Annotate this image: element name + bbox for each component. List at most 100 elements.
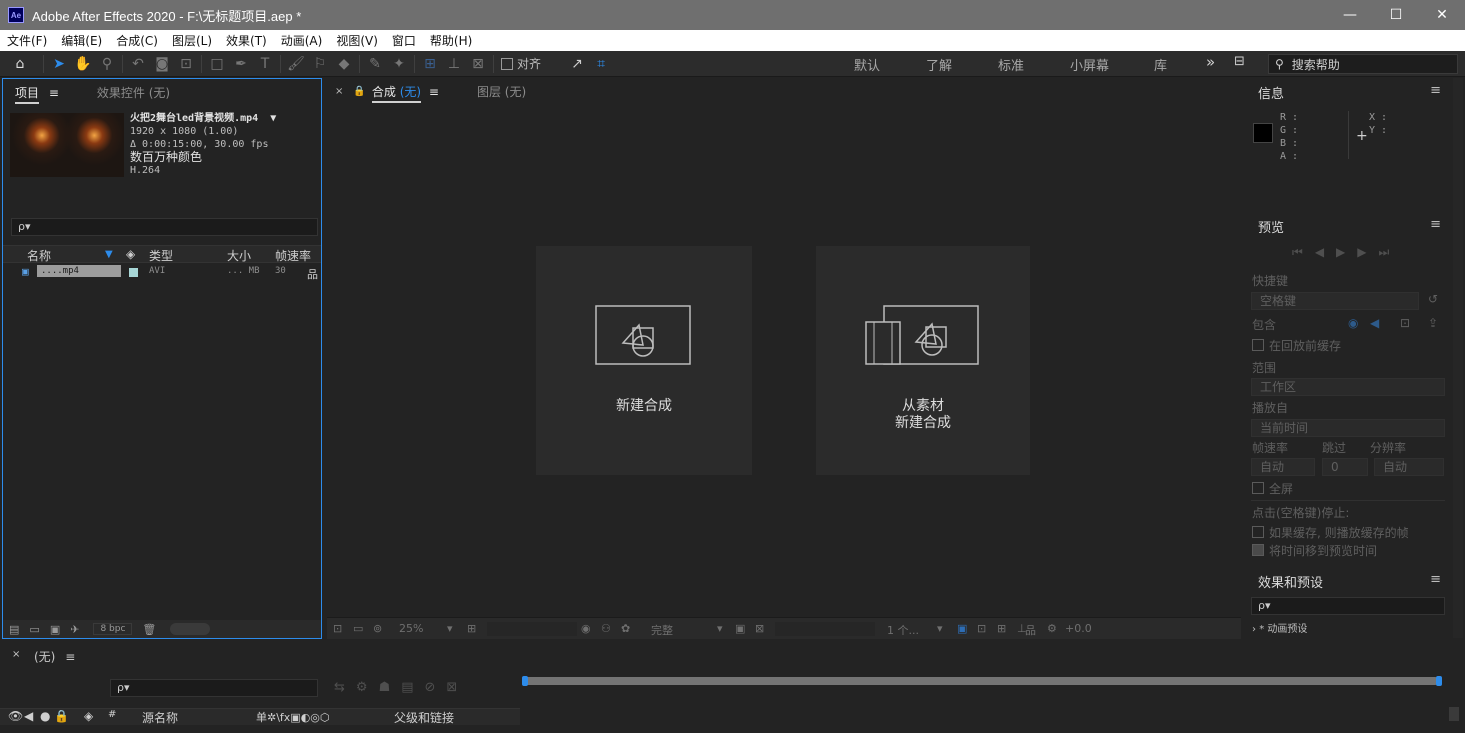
type-tool-icon[interactable]: T <box>253 52 277 76</box>
lock-icon[interactable]: 🔒 <box>353 86 365 97</box>
menu-animation[interactable]: 动画(A) <box>274 32 330 49</box>
label-column-icon[interactable]: ◈ <box>84 709 93 723</box>
cache-before-checkbox[interactable] <box>1252 339 1264 351</box>
lock-column-icon[interactable]: 🔒 <box>54 709 69 723</box>
fullscreen-checkbox[interactable] <box>1252 482 1264 494</box>
parent-link-column[interactable]: 父级和链接 <box>394 709 454 726</box>
region-of-interest-icon[interactable]: ▣ <box>735 622 745 635</box>
close-timeline-icon[interactable]: × <box>12 649 20 660</box>
layer-switches-icons[interactable]: 单✲\fx▣◐◎⬡ <box>256 709 330 725</box>
solo-icon[interactable]: ● <box>40 709 50 723</box>
home-icon[interactable]: ⌂ <box>0 52 40 76</box>
play-icon[interactable]: ▶ <box>1336 245 1357 259</box>
play-cached-checkbox[interactable] <box>1252 526 1264 538</box>
sort-arrow-icon[interactable]: ▼ <box>105 249 113 260</box>
panel-menu-icon[interactable]: ≡ <box>1430 217 1441 232</box>
workspace-more-icon[interactable]: » <box>1206 53 1215 71</box>
menu-help[interactable]: 帮助(H) <box>423 32 479 49</box>
menu-view[interactable]: 视图(V) <box>329 32 385 49</box>
exposure-value[interactable]: +0.0 <box>1065 622 1092 635</box>
flowchart-footer-icon[interactable]: 品 <box>1025 622 1036 638</box>
project-scrollbar[interactable] <box>170 623 211 635</box>
pen-tool-icon[interactable]: ✒ <box>229 52 253 76</box>
workspace-libraries[interactable]: 库 <box>1154 55 1167 74</box>
snap-option-icon[interactable]: ↗ <box>565 52 589 76</box>
label-tag-icon[interactable]: ◈ <box>126 247 135 261</box>
panel-menu-icon[interactable]: ≡ <box>49 86 59 100</box>
close-button[interactable]: ✕ <box>1419 0 1465 30</box>
work-area-bar[interactable] <box>525 677 1437 685</box>
local-axis-icon[interactable]: ⊞ <box>418 52 442 76</box>
work-area-end-handle[interactable] <box>1436 676 1442 686</box>
draft-3d-icon[interactable]: ⚙ <box>356 680 379 695</box>
include-overlay-icon[interactable]: ⊡ <box>1400 316 1410 330</box>
brush-tool-icon[interactable]: 🖌 <box>284 52 308 76</box>
safe-zones-icon[interactable]: ⊞ <box>467 622 476 635</box>
workspace-learn[interactable]: 了解 <box>926 55 952 74</box>
table-row[interactable]: ▣ ....mp4 AVI ... MB 30 品 <box>3 264 321 281</box>
show-snapshot-icon[interactable]: ⚇ <box>601 622 611 635</box>
3d-renderer-icon[interactable]: ⊡ <box>977 622 986 635</box>
camera-tool-icon[interactable]: ◙ <box>150 52 174 76</box>
include-video-icon[interactable]: ◉ <box>1348 316 1358 330</box>
panel-menu-icon[interactable]: ≡ <box>1430 83 1441 98</box>
resolution-select[interactable]: 完整 <box>651 622 673 638</box>
panel-menu-icon[interactable]: ≡ <box>429 85 439 99</box>
col-fps[interactable]: 帧速率 <box>275 247 311 264</box>
right-panel-scrollbar[interactable] <box>1453 78 1463 638</box>
new-comp-icon[interactable]: ▣ <box>50 623 60 636</box>
range-select[interactable]: 工作区 <box>1251 378 1445 396</box>
visibility-icon[interactable]: 👁 <box>8 709 23 723</box>
col-size[interactable]: 大小 <box>227 247 251 264</box>
search-help-input[interactable]: ⚲ 搜索帮助 <box>1268 54 1458 74</box>
frame-blending-icon[interactable]: ▤ <box>401 680 424 695</box>
play-from-select[interactable]: 当前时间 <box>1251 419 1445 437</box>
label-color-swatch[interactable] <box>129 268 138 277</box>
move-time-checkbox[interactable] <box>1252 544 1264 556</box>
motion-blur-icon[interactable]: ⊘ <box>425 680 447 695</box>
shy-layers-icon[interactable]: ☗ <box>379 680 402 695</box>
minimize-button[interactable]: — <box>1327 0 1373 30</box>
exposure-reset-icon[interactable]: ⚙ <box>1047 622 1057 635</box>
workspace-default[interactable]: 默认 <box>854 55 880 74</box>
next-frame-icon[interactable]: ▶ <box>1357 245 1378 259</box>
first-frame-icon[interactable]: ⏮ <box>1292 245 1315 259</box>
export-icon[interactable]: ⇪ <box>1428 316 1438 330</box>
audio-icon[interactable]: ◀ <box>24 709 33 723</box>
selection-tool-icon[interactable]: ➤ <box>47 52 71 76</box>
flowchart-icon[interactable]: 品 <box>307 266 318 282</box>
new-folder-icon[interactable]: ▭ <box>29 623 39 636</box>
panel-menu-icon[interactable]: ≡ <box>65 650 75 664</box>
snapshot-icon[interactable]: ◉ <box>581 622 591 635</box>
trash-icon[interactable]: 🗑 <box>142 623 156 636</box>
include-audio-icon[interactable]: ◀ <box>1370 316 1379 330</box>
sync-settings-icon[interactable]: ⊟ <box>1234 54 1245 69</box>
menu-edit[interactable]: 编辑(E) <box>54 32 109 49</box>
project-search-input[interactable]: ρ▾ <box>11 218 318 236</box>
col-type[interactable]: 类型 <box>149 247 173 264</box>
close-tab-icon[interactable]: × <box>335 86 343 97</box>
menu-file[interactable]: 文件(F) <box>0 32 54 49</box>
shortcut-select[interactable]: 空格键 <box>1251 292 1419 310</box>
puppet-tool-icon[interactable]: ✦ <box>387 52 411 76</box>
graph-editor-icon[interactable]: ⊠ <box>446 680 468 695</box>
timeline-search-input[interactable]: ρ▾ <box>110 679 318 697</box>
views-dropdown-icon[interactable]: ▾ <box>937 622 943 635</box>
rectangle-tool-icon[interactable]: □ <box>205 52 229 76</box>
workspace-standard[interactable]: 标准 <box>998 55 1024 74</box>
footage-dropdown-icon[interactable]: ▼ <box>270 113 276 124</box>
mask-visibility-icon[interactable]: ⊚ <box>373 622 382 635</box>
clone-stamp-tool-icon[interactable]: ⚐ <box>308 52 332 76</box>
resolution-select[interactable]: 自动 <box>1374 458 1444 476</box>
camera-select[interactable] <box>775 622 875 636</box>
timecode-field[interactable] <box>487 622 577 636</box>
workspace-small-screen[interactable]: 小屏幕 <box>1070 55 1109 74</box>
maximize-button[interactable]: ☐ <box>1373 0 1419 30</box>
animation-presets-item[interactable]: › * 动画预设 <box>1252 620 1307 635</box>
effects-search-input[interactable]: ρ▾ <box>1251 597 1445 615</box>
zoom-tool-icon[interactable]: ⚲ <box>95 52 119 76</box>
view-axis-icon[interactable]: ⊠ <box>466 52 490 76</box>
panel-menu-icon[interactable]: ≡ <box>1430 572 1441 587</box>
interpret-footage-icon[interactable]: ▤ <box>9 623 19 636</box>
tab-effect-controls[interactable]: 效果控件 (无) <box>89 84 178 101</box>
